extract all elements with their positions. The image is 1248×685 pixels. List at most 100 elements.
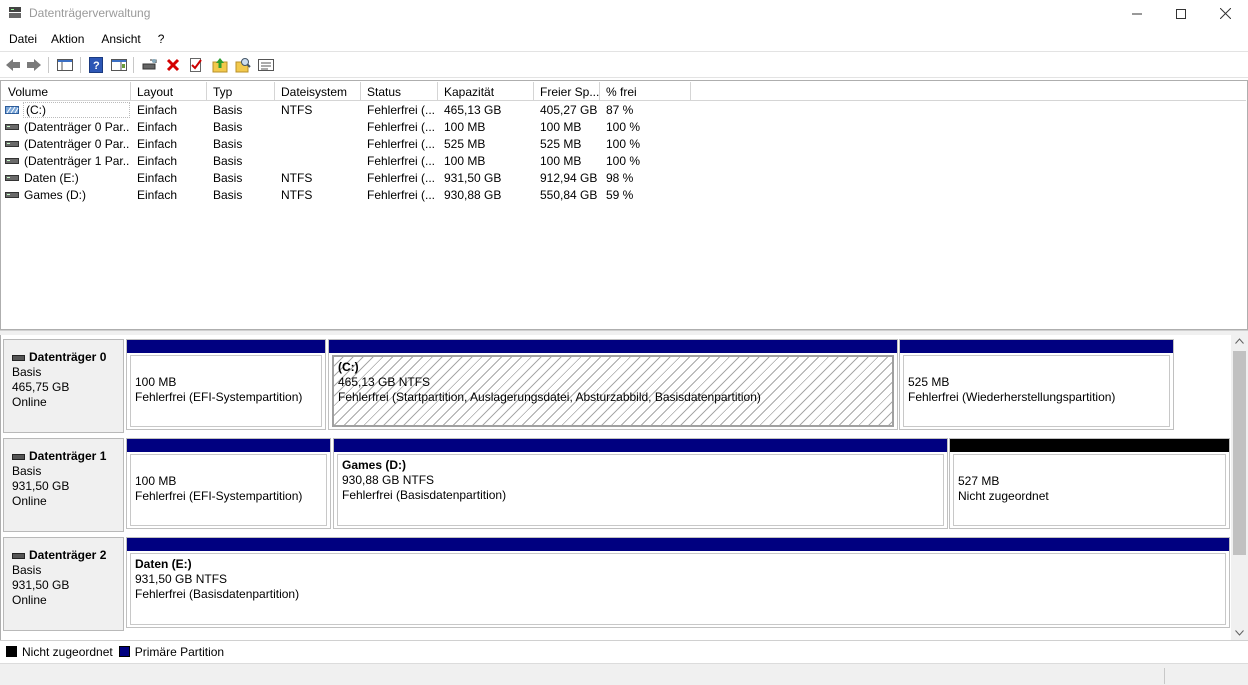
disk-name: Datenträger 2 [12,548,123,563]
menu-aktion[interactable]: Aktion [44,29,91,49]
column-header-typ[interactable]: Typ [207,82,275,101]
column-header-prozent-frei[interactable]: % frei [600,82,691,101]
cell-status: Fehlerfrei (... [367,120,435,134]
connect-disk-icon [142,59,157,70]
cell-layout: Einfach [137,120,178,134]
cell-kapazitaet: 525 MB [444,137,486,151]
delete-button[interactable] [164,56,182,74]
volume-row[interactable]: (Datenträger 0 Par... Einfach Basis Fehlerf… [2,119,1242,136]
cell-layout: Einfach [137,137,178,151]
partition-info: 100 MB Fehlerfrei (EFI-Systempartition) [130,355,322,427]
volume-row[interactable]: Daten (E:) Einfach Basis NTFS Fehlerfrei (..… [2,170,1242,187]
connect-disk-button[interactable] [141,56,159,74]
search-folder-icon [235,58,251,73]
disk-graphical-view: Datenträger 0 Basis 465,75 GB Online 100 MB F… [0,335,1248,640]
cell-layout: Einfach [137,103,178,117]
cell-typ: Basis [213,188,243,202]
help-icon: ? [89,57,103,73]
up-folder-button[interactable] [211,56,229,74]
partition-status: Fehlerfrei (Wiederherstellungspartition) [908,390,1116,404]
help-button[interactable]: ? [87,56,105,74]
partition-block[interactable]: 100 MB Fehlerfrei (EFI-Systempartition) [126,438,331,529]
partition-status: Nicht zugeordnet [958,489,1049,503]
disk-row: Datenträger 1 Basis 931,50 GB Online 100 MB F… [3,438,1231,532]
column-header-dateisystem[interactable]: Dateisystem [275,82,361,101]
disk-icon [12,552,25,559]
partition-info: 100 MB Fehlerfrei (EFI-Systempartition) [130,454,327,526]
disk-name-text: Datenträger 1 [29,449,107,463]
forward-button[interactable] [25,56,43,74]
cell-volume: (C:) [23,102,130,118]
menu-datei[interactable]: Datei [2,29,44,49]
partition-block[interactable]: Games (D:) 930,88 GB NTFS Fehlerfrei (Basi… [333,438,948,529]
partition-size: 930,88 GB NTFS [342,473,435,487]
vertical-scrollbar[interactable] [1231,335,1248,640]
menu-help[interactable]: ? [148,29,172,49]
scrollbar-thumb[interactable] [1233,351,1246,555]
volume-list[interactable]: Volume Layout Typ Dateisystem Status Kap… [0,80,1248,330]
partition-bar [127,439,330,452]
partition-size: 525 MB [908,375,950,389]
cell-typ: Basis [213,120,243,134]
legend-swatch-primary [118,646,130,657]
status-bar [0,663,1248,685]
column-header-layout[interactable]: Layout [131,82,207,101]
volume-row[interactable]: (C:) Einfach Basis NTFS Fehlerfrei (... 465,1… [2,102,1242,119]
cell-kapazitaet: 100 MB [444,120,486,134]
partition-block[interactable]: Daten (E:) 931,50 GB NTFS Fehlerfrei (Basi… [126,537,1230,628]
disk-type: Basis [12,365,42,379]
cell-kapazitaet: 931,50 GB [444,171,502,185]
disk-name-text: Datenträger 0 [29,350,107,364]
scroll-down-icon[interactable] [1235,630,1244,636]
volume-row[interactable]: (Datenträger 1 Par... Einfach Basis Fehlerf… [2,153,1242,170]
disk-name-text: Datenträger 2 [29,548,107,562]
scroll-up-icon[interactable] [1235,338,1244,344]
column-header-volume[interactable]: Volume [2,82,131,101]
back-icon [6,59,20,71]
minimize-button[interactable] [1114,0,1160,27]
maximize-button[interactable] [1158,0,1204,27]
disk-label[interactable]: Datenträger 1 Basis 931,50 GB Online [3,438,124,532]
column-header-status[interactable]: Status [361,82,438,101]
volume-row[interactable]: Games (D:) Einfach Basis NTFS Fehlerfrei (..… [2,187,1242,204]
console-tree-icon [57,59,73,71]
partition-block[interactable]: 525 MB Fehlerfrei (Wiederherstellungspart… [899,339,1174,430]
cell-prozent-frei: 59 % [606,188,634,202]
column-header-freier-speicher[interactable]: Freier Sp... [534,82,600,101]
volume-icon [5,175,19,181]
check-button[interactable] [187,56,205,74]
cell-freier-speicher: 550,84 GB [540,188,598,202]
disk-label[interactable]: Datenträger 2 Basis 931,50 GB Online [3,537,124,631]
cell-prozent-frei: 98 % [606,171,634,185]
partition-info: (C:) 465,13 GB NTFS Fehlerfrei (Startparti… [332,355,894,427]
cell-layout: Einfach [137,154,178,168]
cell-kapazitaet: 100 MB [444,154,486,168]
back-button[interactable] [4,56,22,74]
partition-block[interactable]: (C:) 465,13 GB NTFS Fehlerfrei (Startparti… [328,339,898,430]
disk-size: 931,50 GB [12,479,70,493]
unallocated-space[interactable]: 527 MB Nicht zugeordnet [949,438,1230,529]
disk-type: Basis [12,464,42,478]
properties-panel-button[interactable] [110,56,128,74]
partition-info: 525 MB Fehlerfrei (Wiederherstellungspart… [903,355,1170,427]
partition-block[interactable]: 100 MB Fehlerfrei (EFI-Systempartition) [126,339,326,430]
cell-status: Fehlerfrei (... [367,188,435,202]
cell-dateisystem: NTFS [281,188,313,202]
partition-size: 527 MB [958,474,1000,488]
list-view-button[interactable] [257,56,275,74]
partition-bar [329,340,897,353]
disk-label[interactable]: Datenträger 0 Basis 465,75 GB Online [3,339,124,433]
partition-size: 100 MB [135,375,177,389]
cell-dateisystem: NTFS [281,171,313,185]
cell-prozent-frei: 100 % [606,137,641,151]
column-header-kapazitaet[interactable]: Kapazität [438,82,534,101]
menu-ansicht[interactable]: Ansicht [91,29,147,49]
search-folder-button[interactable] [234,56,252,74]
cell-typ: Basis [213,103,243,117]
disk-management-app-icon [9,7,21,18]
console-tree-button[interactable] [56,56,74,74]
up-folder-icon [212,58,228,73]
partition-info: 527 MB Nicht zugeordnet [953,454,1226,526]
close-button[interactable] [1202,0,1248,27]
volume-row[interactable]: (Datenträger 0 Par... Einfach Basis Fehlerf… [2,136,1242,153]
